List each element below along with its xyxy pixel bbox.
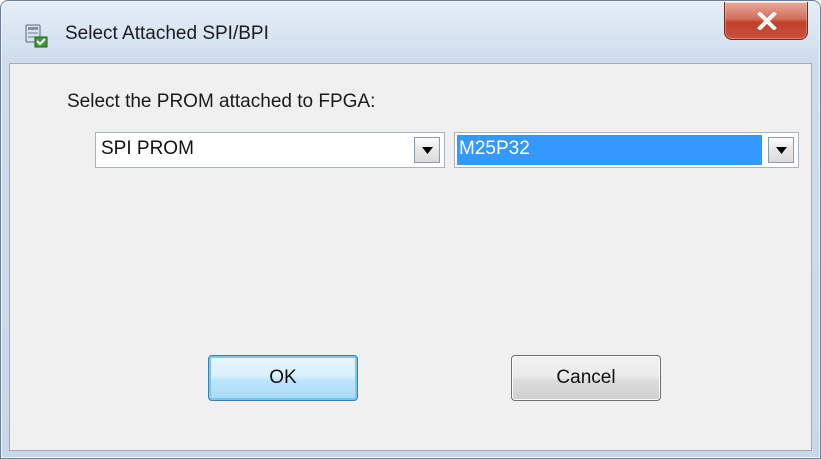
prom-device-dropdown-button[interactable] (768, 137, 794, 163)
dialog-window: Select Attached SPI/BPI Select the PROM … (0, 0, 821, 459)
cancel-button[interactable]: Cancel (511, 355, 661, 401)
chevron-down-icon (776, 147, 787, 154)
prom-prompt-label: Select the PROM attached to FPGA: (67, 91, 376, 112)
chevron-down-icon (422, 147, 433, 154)
prom-device-dropdown[interactable]: M25P32 (454, 132, 799, 168)
prom-type-dropdown-button[interactable] (414, 137, 440, 163)
close-button[interactable] (724, 2, 808, 40)
prom-type-dropdown[interactable]: SPI PROM (95, 132, 445, 168)
programmer-icon (23, 23, 49, 49)
ok-button[interactable]: OK (208, 355, 358, 401)
dialog-content: Select the PROM attached to FPGA: SPI PR… (9, 63, 812, 451)
prom-type-value: SPI PROM (101, 138, 194, 159)
close-icon (757, 12, 777, 30)
window-title: Select Attached SPI/BPI (65, 23, 269, 44)
prom-device-value: M25P32 (459, 138, 530, 159)
title-bar[interactable]: Select Attached SPI/BPI (1, 1, 820, 63)
